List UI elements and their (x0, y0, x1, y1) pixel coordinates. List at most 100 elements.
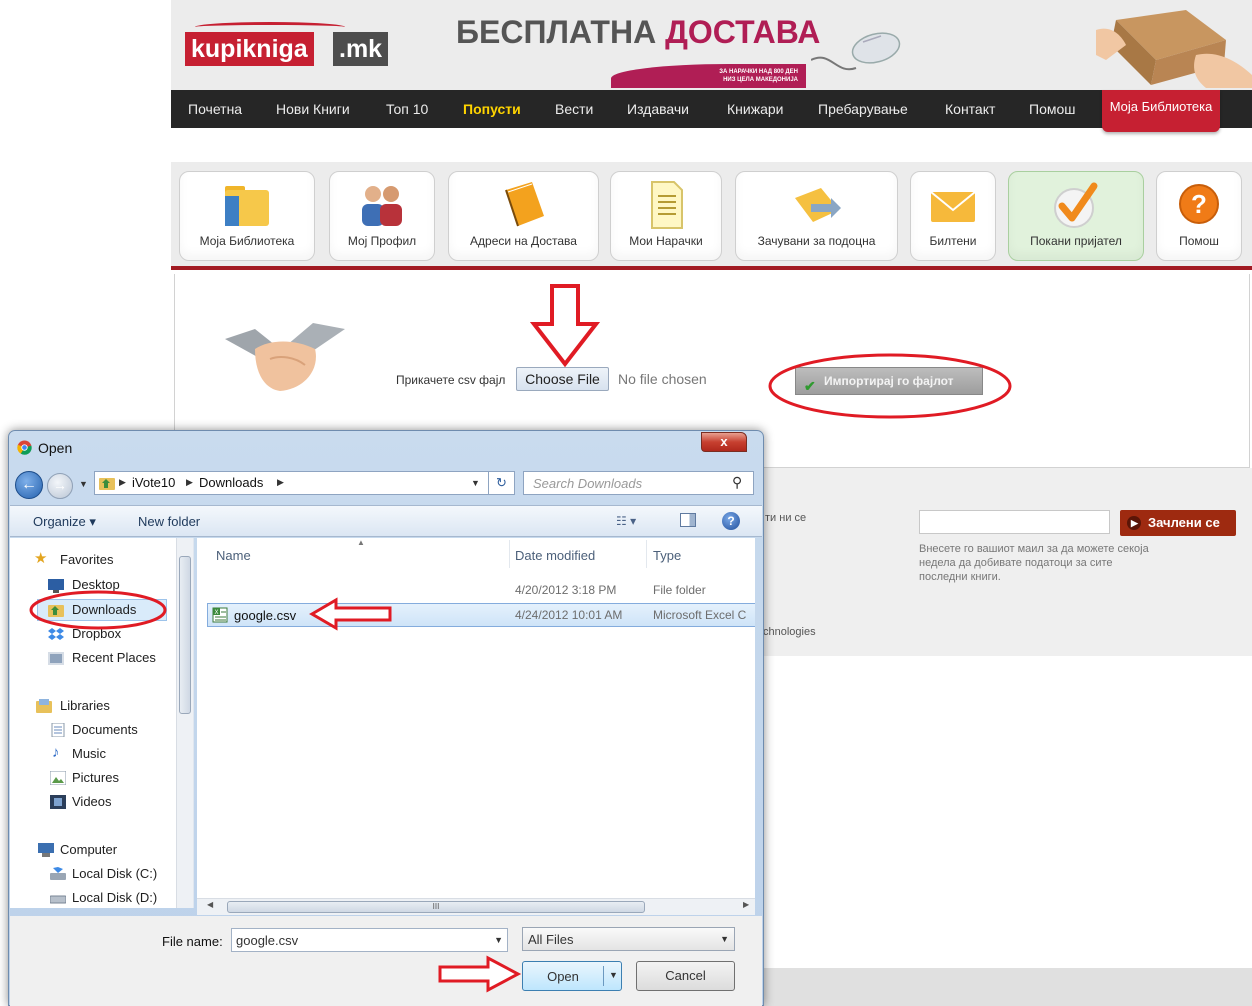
handshake-icon (225, 323, 345, 391)
column-name[interactable]: Name (216, 548, 251, 563)
nav-pictures[interactable]: Pictures (72, 770, 119, 785)
nav-publishers[interactable]: Издавачи (627, 90, 689, 128)
attach-csv-label: Прикачете csv фајл (396, 373, 506, 387)
scroll-right-icon[interactable]: ▶ (743, 900, 749, 909)
sort-up-icon: ▲ (357, 538, 365, 547)
nav-videos[interactable]: Videos (72, 794, 112, 809)
nav-local-disk-c[interactable]: Local Disk (C:) (72, 866, 157, 881)
open-file-dialog: Open x ← → ▼ ▶ iVote10 ▶ Downloads ▶ ▼ ↻… (8, 430, 764, 1006)
breadcrumb-separator-icon: ▶ (186, 477, 193, 487)
scroll-left-icon[interactable]: ◀ (207, 900, 213, 909)
nav-recent-places[interactable]: Recent Places (72, 650, 156, 665)
promo-subtitle: ЗА НАРАЧКИ НАД 800 ДЕН НИЗ ЦЕЛА МАКЕДОНИ… (611, 64, 806, 88)
tab-my-library[interactable]: Моја Библиотека (179, 171, 315, 261)
subscribe-button[interactable]: ▶ Зачлени се (1120, 510, 1236, 536)
close-button[interactable]: x (701, 432, 747, 452)
cancel-button[interactable]: Cancel (636, 961, 735, 991)
dialog-footer: File name: google.csv ▼ All Files ▼ Open… (10, 916, 762, 1006)
nav-favorites[interactable]: Favorites (60, 552, 113, 567)
scrollbar-thumb[interactable] (179, 556, 191, 714)
history-dropdown-icon[interactable]: ▼ (79, 479, 88, 489)
nav-music[interactable]: Music (72, 746, 106, 761)
book-logo-icon (195, 22, 345, 32)
column-divider[interactable] (646, 540, 647, 568)
nav-help[interactable]: Помош (1029, 90, 1076, 128)
refresh-icon[interactable]: ↻ (489, 471, 515, 495)
logo-text: kupikniga (185, 32, 314, 66)
choose-file-button[interactable]: Choose File (516, 367, 609, 391)
folder-arrow-icon (794, 188, 841, 222)
nav-desktop[interactable]: Desktop (72, 577, 120, 592)
nav-libraries[interactable]: Libraries (60, 698, 110, 713)
nav-pane-scrollbar[interactable] (176, 538, 193, 908)
change-view-icon[interactable]: ☷ ▾ (616, 514, 636, 528)
tab-help[interactable]: ? Помош (1156, 171, 1242, 261)
breadcrumb-ivote10[interactable]: iVote10 (132, 475, 175, 490)
promo-word-1: БЕСПЛАТНА (456, 14, 657, 50)
chevron-down-icon[interactable]: ▼ (609, 970, 618, 980)
newsletter-email-input[interactable] (919, 510, 1110, 534)
forward-arrow-icon[interactable]: → (47, 473, 73, 499)
pictures-icon (50, 771, 66, 785)
site-logo[interactable]: kupikniga .mk (185, 22, 400, 68)
nav-top10[interactable]: Топ 10 (386, 90, 428, 128)
open-button[interactable]: Open ▼ (522, 961, 622, 991)
help-icon[interactable]: ? (722, 512, 740, 530)
nav-dropbox[interactable]: Dropbox (72, 626, 121, 641)
svg-text:?: ? (1191, 189, 1207, 219)
nav-home[interactable]: Почетна (188, 90, 242, 128)
tab-newsletters[interactable]: Билтени (910, 171, 996, 261)
breadcrumb-downloads[interactable]: Downloads (199, 475, 263, 490)
nav-downloads[interactable]: Downloads (72, 602, 136, 617)
table-row-selected[interactable]: X google.csv 4/24/2012 10:01 AM Microsof… (207, 603, 755, 627)
page-bottom-strip (761, 968, 1252, 1006)
nav-search[interactable]: Пребарување (818, 90, 908, 128)
file-type-select[interactable]: All Files ▼ (522, 927, 735, 951)
search-downloads-input[interactable]: Search Downloads ⚲ (523, 471, 754, 495)
tab-label: Покани пријател (1030, 234, 1122, 248)
nav-local-disk-d[interactable]: Local Disk (D:) (72, 890, 157, 905)
scrollbar-thumb[interactable]: III (227, 901, 645, 913)
split-divider (603, 966, 604, 986)
tab-delivery-addresses[interactable]: Адреси на Достава (448, 171, 599, 261)
documents-icon (51, 723, 65, 737)
preview-pane-icon[interactable] (680, 513, 696, 527)
table-row[interactable]: 4/20/2012 3:18 PM File folder (207, 579, 755, 601)
tab-my-profile[interactable]: Мој Профил (329, 171, 435, 261)
organize-menu[interactable]: Organize ▾ (33, 514, 96, 530)
column-date-modified[interactable]: Date modified (515, 548, 595, 563)
column-divider[interactable] (509, 540, 510, 568)
file-name-input[interactable]: google.csv ▼ (231, 928, 508, 952)
nav-contact[interactable]: Контакт (945, 90, 995, 128)
folder-icon (225, 186, 269, 226)
nav-discounts[interactable]: Попусти (463, 90, 521, 128)
tab-label: Зачувани за подоцна (757, 234, 876, 248)
nav-computer[interactable]: Computer (60, 842, 117, 857)
nav-new-books[interactable]: Нови Книги (276, 90, 350, 128)
tab-label: Билтени (929, 234, 977, 248)
import-file-button[interactable]: ✔ Импортирај го фајлот (795, 367, 983, 395)
horizontal-scrollbar[interactable]: ◀ III ▶ (197, 898, 755, 915)
back-arrow-icon[interactable]: ← (15, 471, 43, 499)
subscribe-label: Зачлени се (1148, 515, 1220, 530)
promo-sub-line-2: НИЗ ЦЕЛА МАКЕДОНИЈА (723, 77, 798, 83)
nav-my-library[interactable]: Моја Библиотека (1102, 90, 1220, 132)
tab-saved-for-later[interactable]: Зачувани за подоцна (735, 171, 898, 261)
column-type[interactable]: Type (653, 548, 681, 563)
tab-label: Адреси на Достава (470, 234, 577, 248)
address-dropdown-icon[interactable]: ▼ (471, 478, 480, 488)
tab-my-orders[interactable]: Мои Нарачки (610, 171, 722, 261)
new-folder-button[interactable]: New folder (138, 514, 200, 529)
newsletter-partial-text: ти ни се (765, 512, 807, 524)
tab-invite-friend[interactable]: Покани пријател (1008, 171, 1144, 261)
nav-documents[interactable]: Documents (72, 722, 138, 737)
chevron-down-icon[interactable]: ▼ (494, 935, 503, 945)
nav-news[interactable]: Вести (555, 90, 593, 128)
type-cell: Microsoft Excel C (653, 608, 747, 622)
search-icon: ⚲ (732, 474, 743, 490)
svg-text:X: X (214, 610, 218, 616)
nav-bookstores[interactable]: Книжари (727, 90, 783, 128)
address-bar[interactable]: ▶ iVote10 ▶ Downloads ▶ (94, 471, 489, 495)
chevron-down-icon: ▼ (720, 934, 729, 944)
parcel-hands-icon (1096, 10, 1252, 88)
